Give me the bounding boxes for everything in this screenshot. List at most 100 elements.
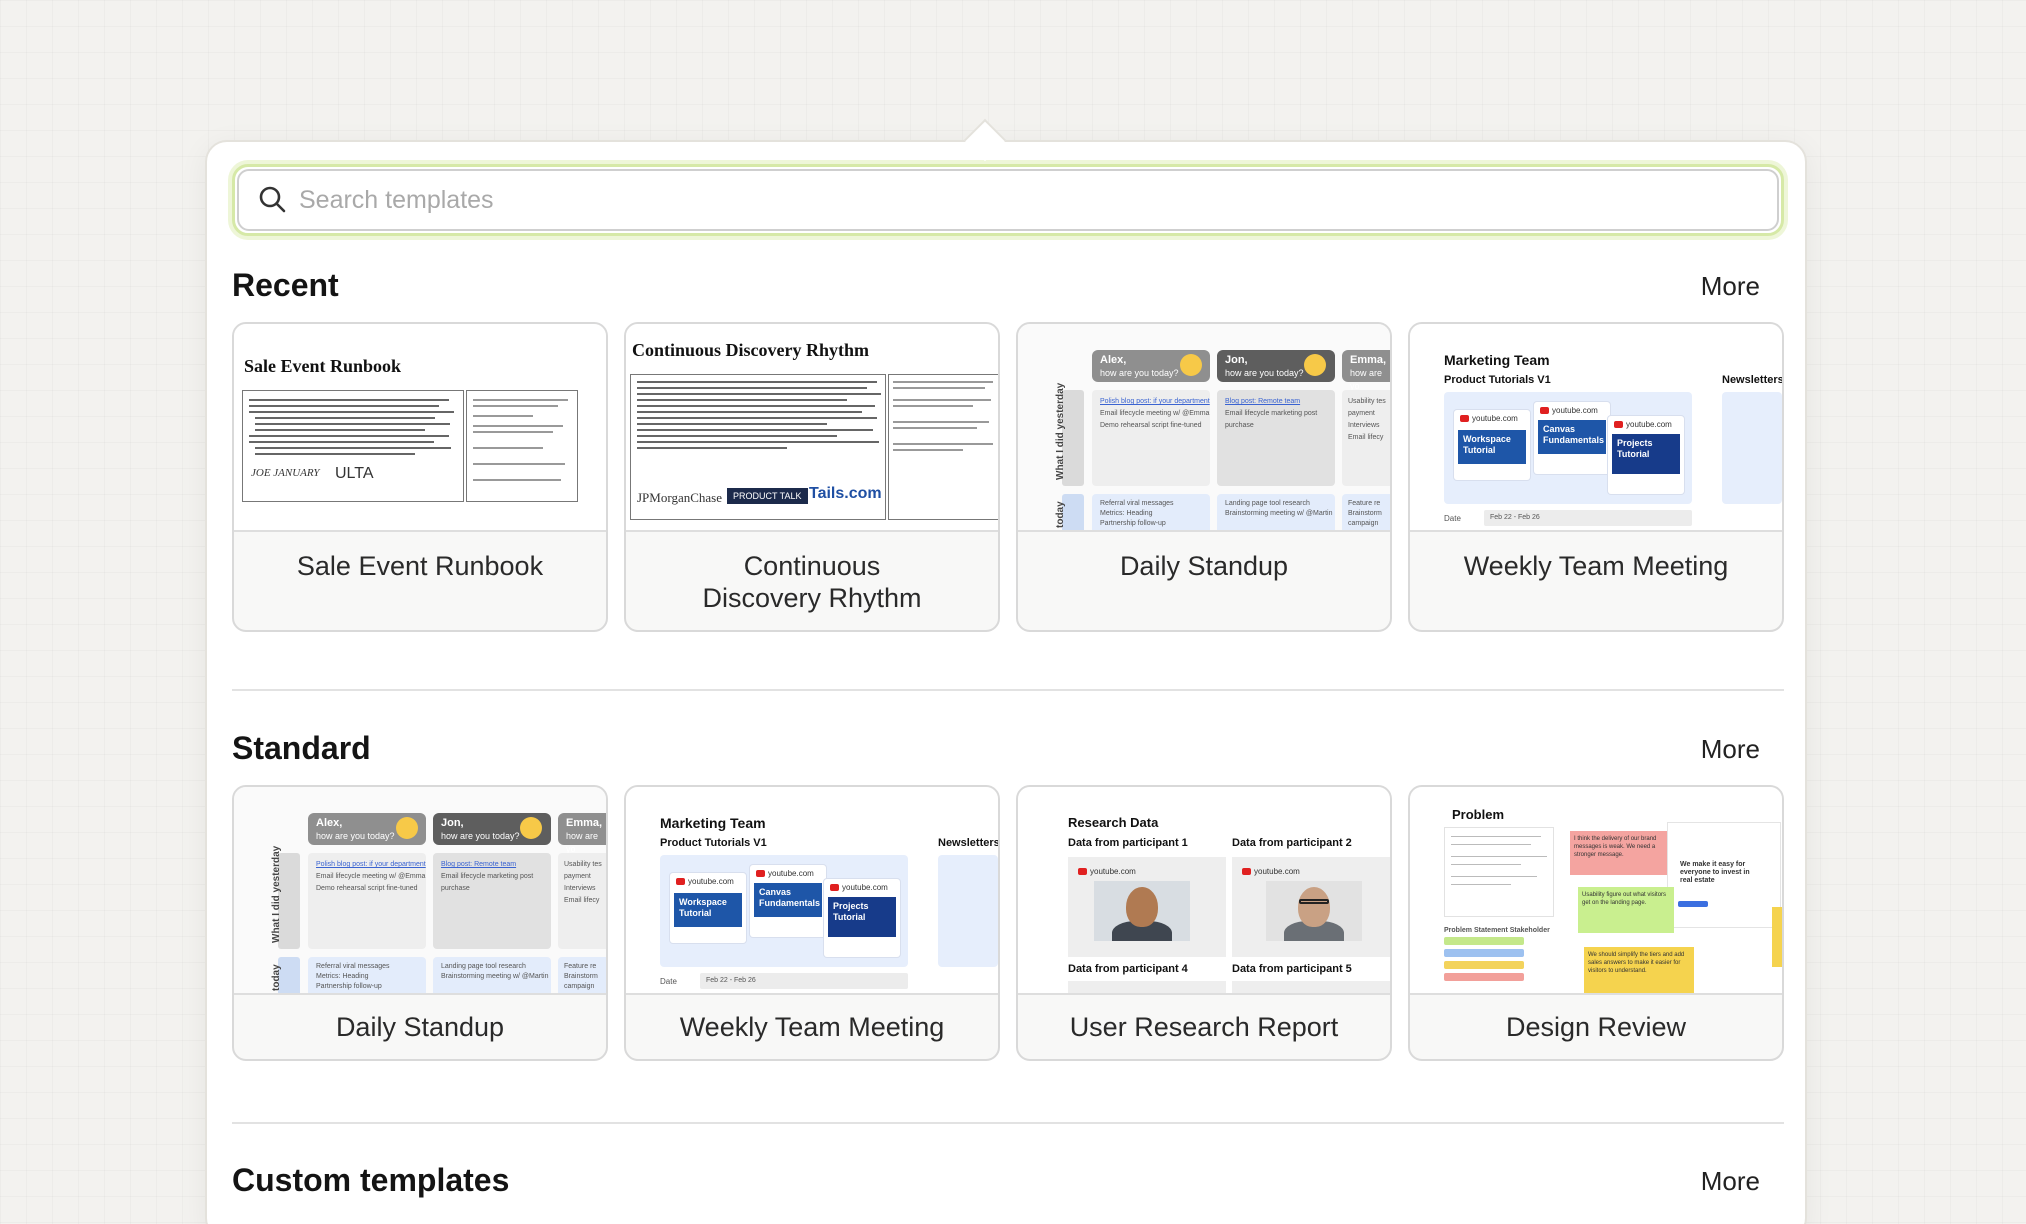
template-card-sale-event-runbook[interactable]: Sale Event Runbook JOE JANUARY ULTA Sale… [232, 322, 608, 632]
thumb-doc-title: Sale Event Runbook [244, 356, 402, 376]
thumb-logo-a: JOE JANUARY [251, 467, 320, 479]
emoji-icon [1304, 354, 1326, 376]
standard-cards: Alex, how are you today? Jon, how are you … [232, 785, 1784, 1095]
thumb-date-label: Date [660, 977, 677, 986]
thumb-board: youtube.com Workspace Tutorial youtube.c… [660, 855, 908, 967]
participant-photo [1266, 881, 1362, 941]
standup-head-emma: Emma, how are yo [558, 813, 606, 854]
standup-cell: Polish blog post: if your department Ema… [308, 853, 426, 949]
thumb-participant-card: youtube.com [1232, 857, 1390, 957]
template-card-weekly-team-meeting[interactable]: Marketing Team Product Tutorials V1 News… [624, 785, 1000, 1061]
thumb-date-field: Feb 22 - Feb 26 [1484, 510, 1692, 526]
thumb-heading: Marketing Team [1444, 352, 1550, 368]
thumb-doc-body: JPMorganChase PRODUCT TALK Tails.com [630, 374, 886, 520]
template-card-weekly-team-meeting[interactable]: Marketing Team Product Tutorials V1 News… [1408, 322, 1784, 632]
thumb-doc-side [466, 390, 578, 502]
template-thumbnail: Marketing Team Product Tutorials V1 News… [626, 787, 998, 995]
standup-row-tag: today [1055, 494, 1084, 530]
template-thumbnail: Sale Event Runbook JOE JANUARY ULTA [234, 324, 606, 532]
template-card-user-research-report[interactable]: Research Data Data from participant 1 Da… [1016, 785, 1392, 1061]
standup-cell: Landing page tool research Brainstorming… [433, 957, 551, 993]
thumb-logo-b: ULTA [335, 465, 374, 482]
custom-title: Custom templates [232, 1162, 510, 1198]
standup-cell: Referral viral messages Metrics: Heading… [1092, 494, 1210, 530]
template-card-label: User Research Report [1069, 1012, 1339, 1042]
template-card-label: Continuous Discovery Rhythm Continuous D… [636, 550, 988, 614]
thumb-participant-card: youtube.com [1068, 857, 1226, 957]
thumb-board-side [1722, 392, 1782, 504]
thumb-heading: Marketing Team [660, 815, 766, 831]
standup-cell: Blog post: Remote team Email lifecycle m… [1217, 390, 1335, 486]
standup-head-emma: Emma, how are yo [1342, 350, 1390, 391]
thumb-logo-tails: Tails.com [809, 485, 882, 502]
thumb-logo-product-talk: PRODUCT TALK [727, 488, 808, 504]
template-picker-panel: Recent More Sale Event Runbook [205, 140, 1807, 1224]
standup-cell: Feature re Brainstorm campaign [1342, 494, 1390, 530]
recent-cards: Sale Event Runbook JOE JANUARY ULTA Sale… [232, 322, 1784, 632]
emoji-icon [396, 817, 418, 839]
template-card-daily-standup[interactable]: Alex, how are you today? Jon, how are you … [232, 785, 608, 1061]
template-thumbnail: Continuous Discovery Rhythm JPMorganChas… [626, 324, 998, 532]
template-thumbnail: Alex, how are you today? Jon, how are you … [234, 787, 606, 995]
recent-title: Recent [232, 267, 339, 303]
thumb-doc-title: Continuous Discovery Rhythm [632, 340, 870, 360]
template-thumbnail: Research Data Data from participant 1 Da… [1018, 787, 1390, 995]
thumb-logo-jpm: JPMorganChase [637, 490, 722, 505]
sticky-note: We should simplify the tiers and add sal… [1584, 947, 1694, 993]
thumb-newsletters: Newsletters [938, 837, 998, 849]
emoji-icon [520, 817, 542, 839]
recent-more-link[interactable]: More [1701, 271, 1760, 302]
template-card-label: Weekly Team Meeting [679, 1012, 945, 1042]
thumb-participant-label: Data from participant 4 [1068, 963, 1188, 975]
template-thumbnail: Alex, how are you today? Jon, how are you … [1018, 324, 1390, 532]
sticky-note: Usability figure out what visitors get o… [1578, 887, 1674, 933]
participant-photo [1094, 881, 1190, 941]
template-card-design-review[interactable]: Problem I think the delivery of our bran… [1408, 785, 1784, 1061]
thumb-date-label: Date [1444, 514, 1461, 523]
thumb-board-side [938, 855, 998, 967]
standup-cell: Blog post: Remote team Email lifecycle m… [433, 853, 551, 949]
standup-cell: Landing page tool research Brainstorming… [1217, 494, 1335, 530]
standard-more-link[interactable]: More [1701, 734, 1760, 765]
thumb-heading: Research Data [1068, 815, 1159, 830]
custom-more-link[interactable]: More [1701, 1166, 1760, 1197]
standup-cell: Polish blog post: if your department Ema… [1092, 390, 1210, 486]
thumb-participant-label: Data from participant 5 [1232, 963, 1352, 975]
thumb-date-field: Feb 22 - Feb 26 [700, 973, 908, 989]
thumb-newsletters: Newsletters [1722, 374, 1782, 386]
thumb-subheading: Product Tutorials V1 [1444, 374, 1551, 386]
standup-cell: Referral viral messages Metrics: Heading… [308, 957, 426, 993]
template-thumbnail: Problem I think the delivery of our bran… [1410, 787, 1782, 995]
emoji-icon [1180, 354, 1202, 376]
template-thumbnail: Marketing Team Product Tutorials V1 News… [1410, 324, 1782, 532]
thumb-doc-body: JOE JANUARY ULTA [242, 390, 464, 502]
template-card-label: Weekly Team Meeting [1463, 551, 1729, 581]
search-input[interactable] [299, 177, 1699, 223]
search-field[interactable] [232, 164, 1784, 236]
sticky-note: I think the delivery of our brand messag… [1570, 831, 1670, 875]
thumb-subheading: Product Tutorials V1 [660, 837, 767, 849]
standup-cell: Usability tes payment Interviews Email l… [1342, 390, 1390, 486]
template-card-label-line2: Discovery Rhythm [702, 583, 922, 613]
template-card-continuous-discovery[interactable]: Continuous Discovery Rhythm JPMorganChas… [624, 322, 1000, 632]
template-card-label: Daily Standup [1119, 551, 1289, 581]
thumb-heading: Problem [1452, 807, 1505, 822]
template-card-label-line1: Continuous [743, 551, 881, 581]
template-card-label: Daily Standup [335, 1012, 505, 1042]
thumb-board: youtube.com Workspace Tutorial youtube.c… [1444, 392, 1692, 504]
section-divider [232, 689, 1784, 691]
thumb-participant-label: Data from participant 2 [1232, 837, 1352, 849]
template-card-label: Sale Event Runbook [296, 551, 544, 581]
section-divider [232, 1122, 1784, 1124]
thumb-participant-label: Data from participant 1 [1068, 837, 1188, 849]
template-card-label: Design Review [1505, 1012, 1687, 1042]
template-card-daily-standup[interactable]: Alex, how are you today? Jon, how are you … [1016, 322, 1392, 632]
sticky-note: We make it easy for everyone to invest i… [1680, 861, 1750, 884]
standup-row-tag: today [271, 957, 300, 993]
thumb-stack-label: Problem Statement Stakeholder [1444, 927, 1550, 934]
search-icon [259, 186, 286, 213]
thumb-doc-side [888, 374, 998, 520]
standup-cell: Feature re Brainstorm campaign [558, 957, 606, 993]
standup-cell: Usability tes payment Interviews Email l… [558, 853, 606, 949]
standard-title: Standard [232, 730, 371, 766]
